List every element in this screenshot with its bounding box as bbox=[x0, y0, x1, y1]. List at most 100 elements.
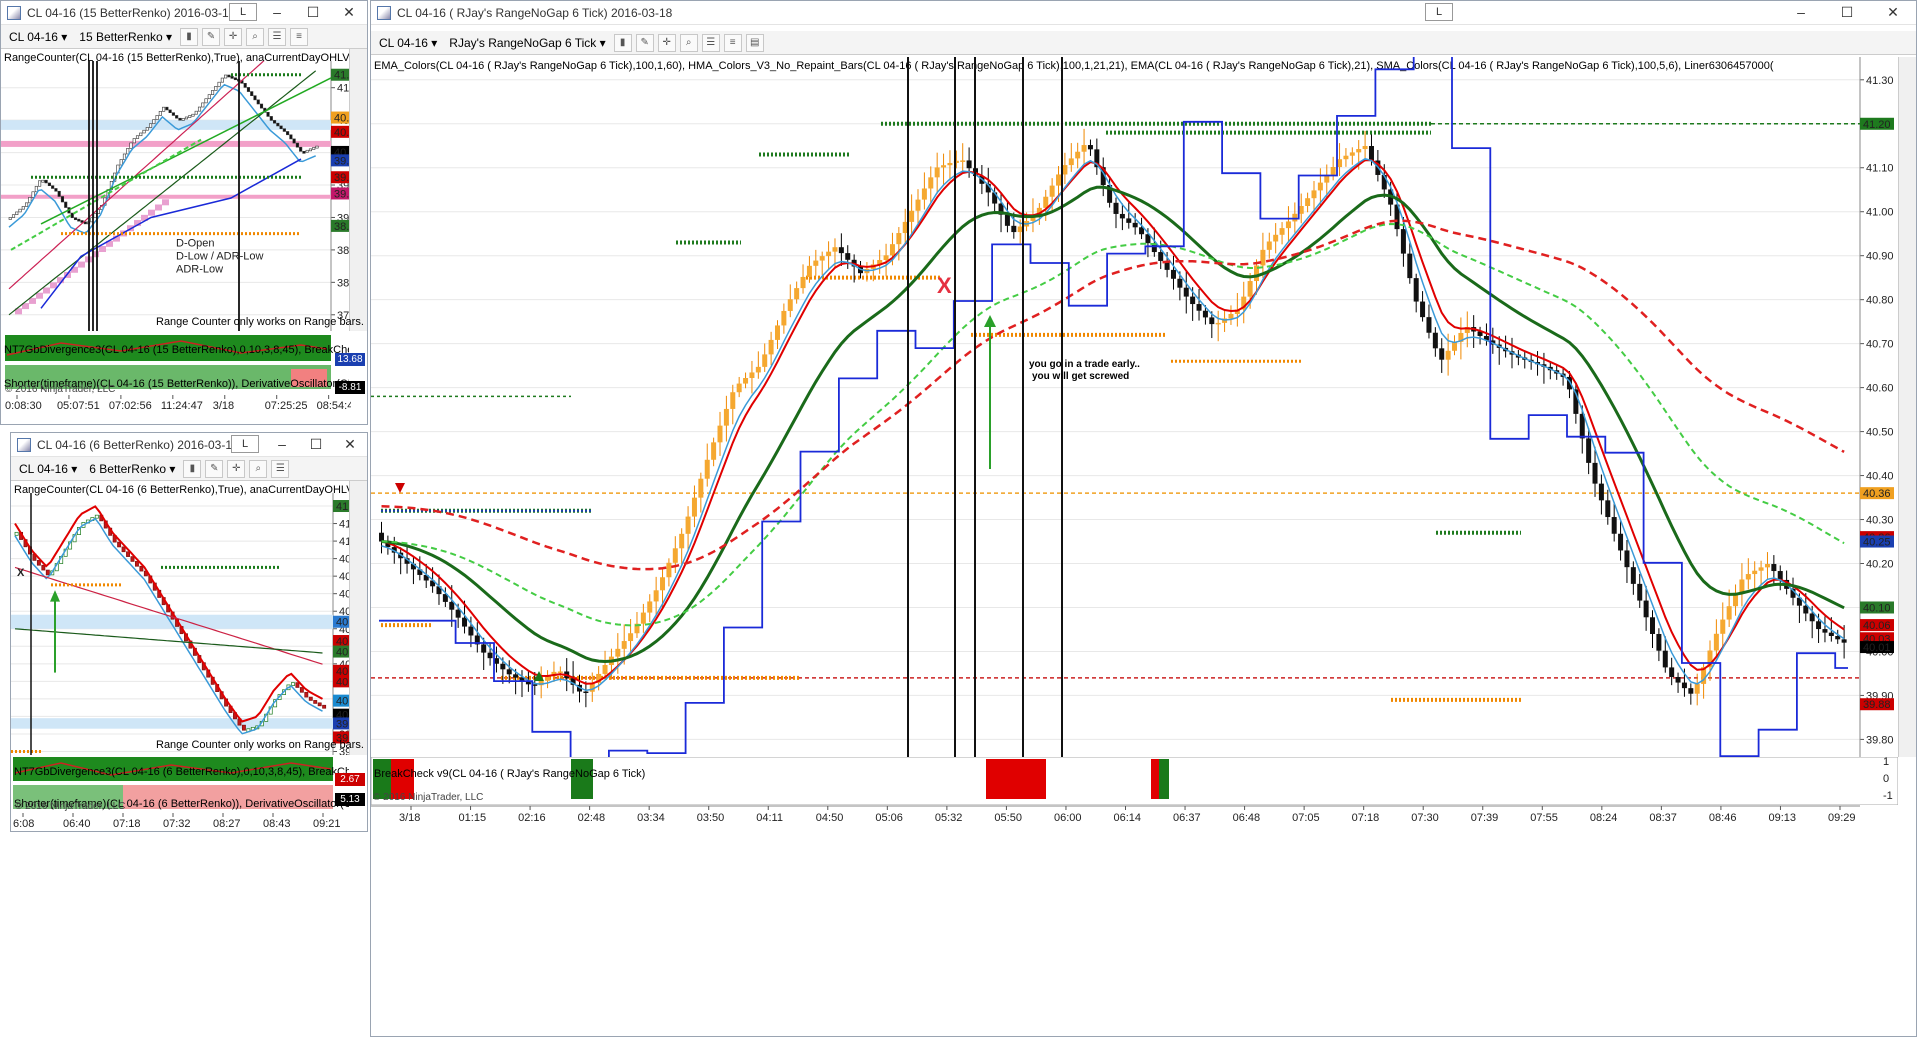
price-chart-6-betterrenko[interactable]: 41.2041.1041.0040.9040.8040.7040.6040.50… bbox=[11, 493, 353, 755]
pencil-icon[interactable]: ✎ bbox=[202, 27, 221, 46]
candle-body bbox=[1266, 241, 1272, 250]
scrollbar[interactable] bbox=[349, 49, 367, 331]
renko-brick bbox=[289, 134, 293, 140]
candle-body bbox=[1637, 583, 1643, 601]
y-tick-label: 40.50 bbox=[1866, 427, 1894, 439]
zoom-icon[interactable]: ⌕ bbox=[246, 27, 265, 46]
x-tick-label: 07:18 bbox=[1352, 812, 1380, 824]
renko-brick bbox=[178, 117, 182, 121]
pencil-icon[interactable]: ✎ bbox=[205, 459, 224, 478]
candle-body bbox=[1643, 600, 1649, 618]
x-tick-label: 05:07:51 bbox=[57, 400, 100, 412]
bartype-dropdown[interactable]: RJay's RangeNoGap 6 Tick ▾ bbox=[445, 36, 609, 50]
bars-icon[interactable]: ▮ bbox=[183, 459, 202, 478]
x-tick-label: 06:14 bbox=[1114, 812, 1142, 824]
candle-body bbox=[1739, 579, 1745, 593]
renko-brick bbox=[139, 132, 143, 137]
instrument-dropdown[interactable]: CL 04-16 ▾ bbox=[375, 36, 441, 50]
close-button[interactable]: ✕ bbox=[1870, 1, 1916, 25]
x-tick-label: 09:29 bbox=[1828, 812, 1856, 824]
copyright: © 2016 NinjaTrader, LLC bbox=[373, 792, 484, 803]
x-tick-label: 01:15 bbox=[459, 812, 487, 824]
candle-body bbox=[966, 160, 972, 169]
crosshair-icon[interactable]: ✛ bbox=[224, 27, 243, 46]
renko-brick bbox=[256, 99, 260, 105]
x-tick-label: 11:24:47 bbox=[161, 400, 203, 412]
up-arrow-icon bbox=[50, 590, 60, 602]
crosshair-icon[interactable]: ✛ bbox=[227, 459, 246, 478]
minimize-button[interactable]: – bbox=[259, 1, 295, 25]
bars-icon[interactable]: ▮ bbox=[613, 33, 632, 52]
candle-body bbox=[1132, 222, 1138, 228]
candle-body bbox=[1630, 567, 1636, 584]
candle-body bbox=[672, 548, 678, 563]
renko-brick bbox=[44, 179, 48, 184]
close-button[interactable]: ✕ bbox=[333, 433, 367, 457]
crosshair-icon[interactable]: ✛ bbox=[657, 33, 676, 52]
x-tick-label: 08:54:40 bbox=[317, 400, 351, 412]
candle-body bbox=[1196, 304, 1202, 311]
sub1-value: 13.68 bbox=[335, 353, 365, 366]
maximize-button[interactable]: ☐ bbox=[295, 1, 331, 25]
strategy-icon[interactable]: ≡ bbox=[723, 33, 742, 52]
minimize-button[interactable]: – bbox=[1778, 1, 1824, 25]
price-chart-15-betterrenko[interactable]: 41.0040.5040.0039.5039.0038.5038.0037.50… bbox=[1, 61, 351, 331]
candle-body bbox=[1611, 517, 1617, 534]
candle-body bbox=[1777, 571, 1783, 580]
window-titlebar[interactable]: CL 04-16 ( RJay's RangeNoGap 6 Tick) 201… bbox=[371, 1, 1916, 25]
instrument-dropdown[interactable]: CL 04-16 ▾ bbox=[5, 30, 71, 44]
sub2-value: -8.81 bbox=[335, 381, 365, 394]
candle-body bbox=[1445, 350, 1451, 360]
maximize-button[interactable]: ☐ bbox=[299, 433, 333, 457]
x-tick-label: 3/18 bbox=[399, 812, 420, 824]
candle-body bbox=[723, 408, 729, 426]
renko-brick bbox=[54, 188, 58, 192]
window-titlebar[interactable]: CL 04-16 (15 BetterRenko) 2016-03-18 L –… bbox=[1, 1, 367, 25]
properties-icon[interactable]: ☰ bbox=[701, 33, 720, 52]
price-chart-rangenogap[interactable]: 41.30 41.20 41.10 41.00 40.90 40.80 40.70 40.60… bbox=[371, 57, 1898, 757]
x-marker: X bbox=[937, 273, 952, 298]
renko-brick bbox=[299, 687, 304, 693]
strategy-icon[interactable]: ≡ bbox=[290, 27, 309, 46]
bartype-dropdown[interactable]: 6 BetterRenko ▾ bbox=[85, 462, 179, 476]
pencil-icon[interactable]: ✎ bbox=[635, 33, 654, 52]
renko-brick bbox=[129, 142, 133, 149]
instrument-dropdown[interactable]: CL 04-16 ▾ bbox=[15, 462, 81, 476]
renko-brick bbox=[34, 185, 38, 193]
x-tick-label: 08:46 bbox=[1709, 812, 1737, 824]
price-label: 40.06 bbox=[1863, 620, 1891, 632]
close-button[interactable]: ✕ bbox=[331, 1, 367, 25]
renko-brick bbox=[45, 569, 50, 576]
renko-brick bbox=[279, 125, 283, 130]
zoom-icon[interactable]: ⌕ bbox=[249, 459, 268, 478]
chart-toolbar: CL 04-16 ▾ RJay's RangeNoGap 6 Tick ▾ ▮ … bbox=[371, 31, 1916, 55]
candle-body bbox=[934, 167, 940, 178]
window-titlebar[interactable]: CL 04-16 (6 BetterRenko) 2016-03-18 L – … bbox=[11, 433, 367, 457]
bars-icon[interactable]: ▮ bbox=[180, 27, 199, 46]
scrollbar[interactable] bbox=[349, 481, 367, 755]
link-button[interactable]: L bbox=[229, 3, 257, 21]
renko-brick bbox=[175, 115, 179, 119]
bartype-dropdown[interactable]: 15 BetterRenko ▾ bbox=[75, 30, 176, 44]
candle-body bbox=[1822, 629, 1828, 633]
link-button[interactable]: L bbox=[231, 435, 259, 453]
link-button[interactable]: L bbox=[1425, 3, 1453, 21]
candle-body bbox=[1816, 621, 1822, 630]
candle-body bbox=[660, 577, 666, 591]
minimize-button[interactable]: – bbox=[265, 433, 299, 457]
properties-icon[interactable]: ☰ bbox=[271, 459, 290, 478]
renko-brick bbox=[253, 95, 257, 101]
candle-body bbox=[1809, 613, 1815, 622]
candle-body bbox=[1745, 574, 1751, 580]
y-tick-label: 41.30 bbox=[1866, 75, 1894, 87]
candle-body bbox=[762, 354, 768, 367]
zoom-icon[interactable]: ⌕ bbox=[679, 33, 698, 52]
candle-body bbox=[1662, 650, 1668, 668]
scrollbar[interactable] bbox=[1898, 57, 1916, 757]
properties-icon[interactable]: ☰ bbox=[268, 27, 287, 46]
x-tick-label: 05:06 bbox=[875, 812, 903, 824]
maximize-button[interactable]: ☐ bbox=[1824, 1, 1870, 25]
data-box-icon[interactable]: ▤ bbox=[745, 33, 764, 52]
candle-body bbox=[455, 609, 461, 618]
renko-brick bbox=[191, 113, 195, 117]
